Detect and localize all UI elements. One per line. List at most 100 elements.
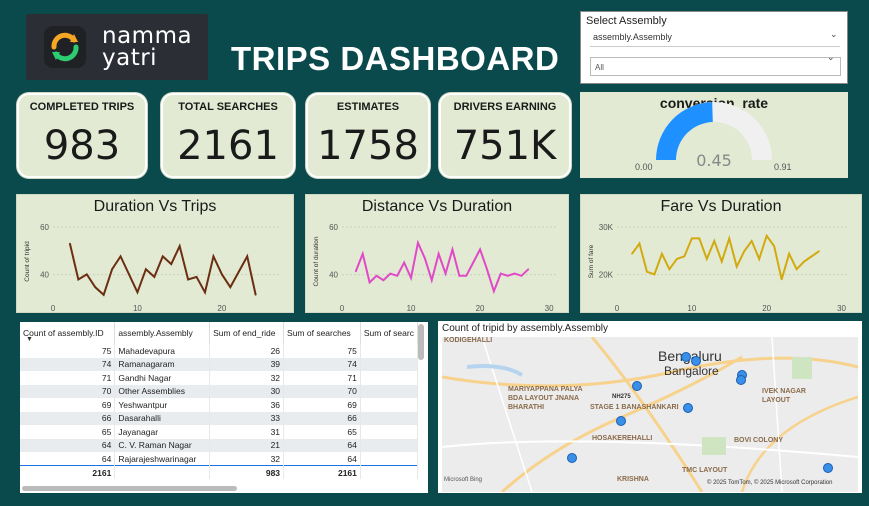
data-point (204, 291, 206, 294)
data-point (361, 253, 364, 255)
table-row[interactable]: 65 Jayanagar 31 65 (20, 425, 419, 439)
table-cell: 33 (209, 411, 285, 425)
data-point (102, 294, 105, 296)
data-point (212, 255, 215, 258)
column-header[interactable]: Sum of end_ride (209, 322, 285, 344)
data-point (153, 276, 156, 278)
sort-desc-icon[interactable]: ▼ (26, 336, 33, 343)
y-tick-label: 30K (599, 223, 614, 232)
chevron-down-icon[interactable]: ⌄ (830, 29, 838, 40)
slicer-field-label[interactable]: assembly.Assembly (593, 32, 672, 42)
table-row[interactable]: 64 Rajarajeshwarinagar 32 64 (20, 452, 419, 466)
table-cell: Dasarahalli (114, 411, 211, 425)
map-label: NH275 (612, 394, 631, 400)
data-point (810, 255, 813, 258)
map-label: STAGE 1 BANASHANKARI (590, 404, 679, 411)
vertical-scrollbar[interactable] (418, 324, 424, 360)
table-row[interactable]: 69 Yeshwantpur 36 69 (20, 398, 419, 412)
table-cell: 75 (283, 344, 361, 358)
data-point (111, 268, 113, 270)
data-point (706, 258, 708, 260)
table-total-row: 2161 983 2161 (20, 465, 419, 479)
map-point[interactable] (632, 381, 642, 391)
column-header[interactable]: Sum of searc (360, 322, 419, 344)
data-point (375, 275, 378, 277)
table-cell (360, 357, 419, 371)
table-row[interactable]: 64 C. V. Raman Nagar 21 64 (20, 438, 419, 452)
table-row[interactable]: 71 Gandhi Nagar 32 71 (20, 371, 419, 385)
logo-line2: yatri (102, 45, 158, 71)
table-cell: Mahadevapura (114, 344, 211, 358)
data-point (713, 240, 716, 242)
assembly-dropdown[interactable]: All (590, 57, 841, 76)
x-tick-label: 20 (762, 304, 771, 313)
table-row[interactable]: 75 Mahadevapura 26 75 (20, 344, 419, 358)
table-cell: 32 (209, 452, 285, 466)
data-point (728, 237, 731, 240)
kpi-drivers-earning: DRIVERS EARNING 751K (439, 93, 571, 178)
column-header[interactable]: Count of assembly.ID (20, 322, 116, 344)
table-total-cell: 983 (209, 465, 285, 479)
data-point (451, 248, 454, 251)
gauge-value-label: 0.45 (696, 151, 732, 170)
table-cell: 36 (209, 398, 285, 412)
data-point (77, 278, 80, 281)
series-line (354, 239, 530, 295)
data-point (493, 290, 495, 292)
column-header-label: Sum of searc (363, 328, 414, 338)
data-point (254, 294, 257, 296)
assembly-table: Count of assembly.ID assembly.Assembly S… (20, 322, 428, 493)
column-header[interactable]: Sum of searches (283, 322, 361, 344)
assembly-slicer[interactable]: Select Assembly assembly.Assembly ⌄ All … (580, 11, 848, 84)
map-label: IVEK NAGAR LAYOUT (762, 388, 806, 404)
table-cell (360, 452, 419, 466)
horizontal-scrollbar[interactable] (22, 486, 237, 491)
map-canvas[interactable]: KODIGEHALLI MARIYAPPANA PALYA BDA LAYOUT… (442, 337, 858, 492)
table-total-cell (114, 465, 211, 479)
data-point (788, 253, 790, 255)
table-cell: 69 (20, 398, 116, 412)
series-line (631, 233, 820, 280)
table-row[interactable]: 66 Dasarahalli 33 66 (20, 411, 419, 425)
table-row[interactable]: 74 Ramanagaram 39 74 (20, 357, 419, 371)
column-header-label: assembly.Assembly (118, 328, 193, 338)
map-point[interactable] (681, 352, 691, 362)
map-point[interactable] (616, 416, 626, 426)
map-roads (442, 337, 858, 492)
map-label: MARIYAPPANA PALYA BDA LAYOUT JNANA BHARA… (508, 386, 583, 411)
map-point[interactable] (736, 375, 746, 385)
map-point[interactable] (823, 463, 833, 473)
map-point[interactable] (691, 356, 701, 366)
y-tick-label: 40 (329, 271, 338, 280)
map-label: TMC LAYOUT (682, 467, 728, 474)
data-point (458, 275, 461, 277)
table-cell (360, 344, 419, 358)
dropdown-chevron-icon[interactable]: ⌄ (827, 52, 835, 63)
data-point (773, 245, 775, 247)
kpi-label: COMPLETED TRIPS (29, 101, 135, 113)
data-point (818, 250, 820, 253)
data-point (161, 255, 164, 258)
map-point[interactable] (567, 453, 577, 463)
y-axis-label: Sum of fare (588, 244, 595, 278)
x-tick-label: 20 (217, 304, 226, 313)
column-header[interactable]: assembly.Assembly (114, 322, 211, 344)
data-point (668, 268, 671, 270)
column-header-label: Count of assembly.ID (23, 328, 104, 338)
map-label: HOSAKEREHALLI (592, 435, 653, 442)
map-point[interactable] (683, 403, 693, 413)
x-tick-label: 20 (476, 304, 485, 313)
table-cell: 75 (20, 344, 116, 358)
data-point (246, 255, 249, 258)
data-point (653, 273, 656, 276)
column-header-label: Sum of end_ride (213, 328, 276, 338)
data-point (698, 237, 701, 240)
page-title: TRIPS DASHBOARD (231, 40, 560, 77)
table-cell: 64 (283, 438, 361, 452)
dropdown-selected-value: All (595, 63, 604, 72)
table-cell: 65 (283, 425, 361, 439)
data-point (437, 253, 440, 255)
gauge-svg: 0.00 0.91 0.45 (635, 102, 792, 172)
table-row[interactable]: 70 Other Assemblies 30 70 (20, 384, 419, 398)
data-point (750, 240, 753, 242)
